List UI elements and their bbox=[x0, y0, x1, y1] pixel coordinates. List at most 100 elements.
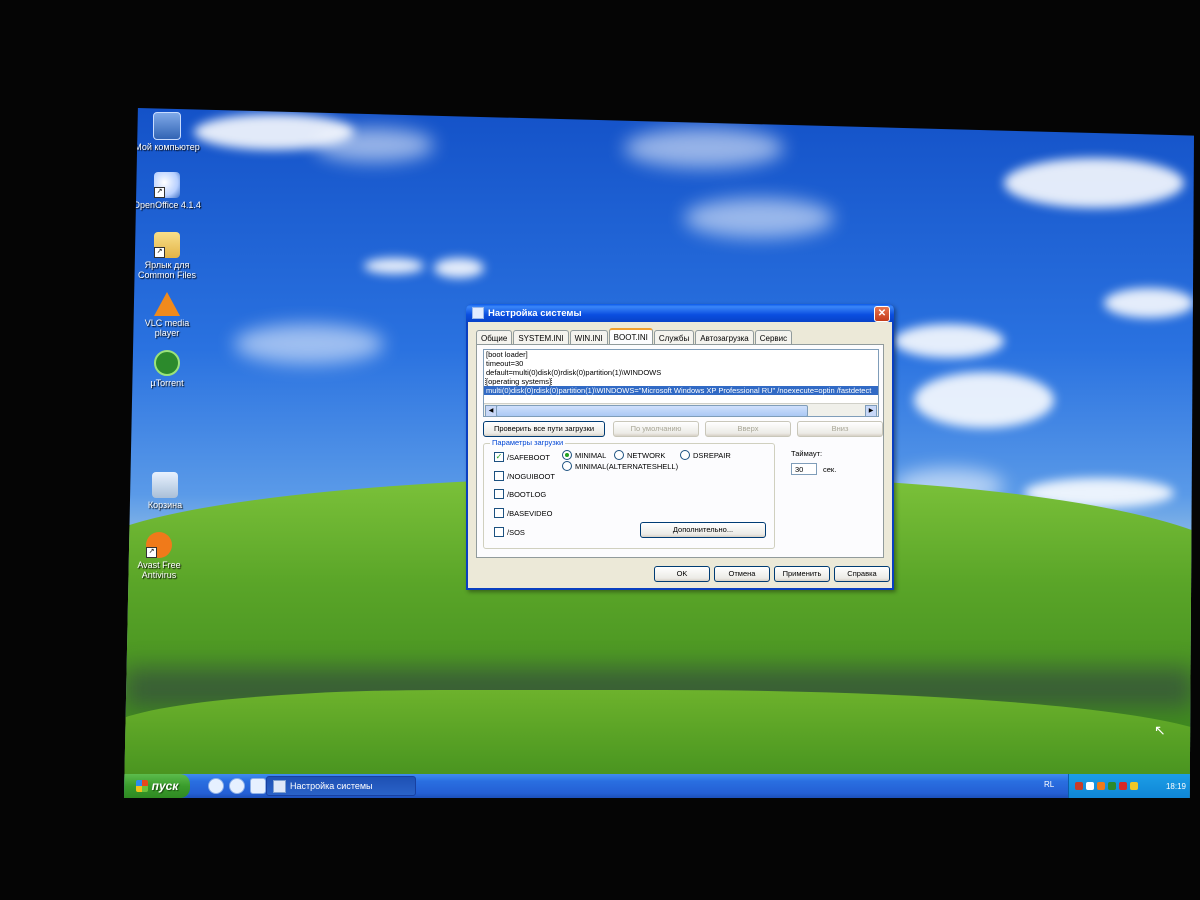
move-up-button[interactable]: Вверх bbox=[705, 421, 791, 437]
close-icon: ✕ bbox=[877, 308, 887, 319]
boot-ini-line[interactable]: [boot loader] bbox=[484, 350, 878, 359]
boot-ini-line[interactable]: timeout=30 bbox=[484, 359, 878, 368]
dialog-title: Настройка системы bbox=[488, 307, 582, 319]
checkbox-label: /BASEVIDEO bbox=[507, 508, 553, 518]
windows-logo-icon bbox=[135, 780, 148, 792]
utorrent-tray-icon[interactable] bbox=[1108, 782, 1116, 790]
taskbar-button-label: Настройка системы bbox=[290, 781, 373, 791]
desktop-icon-utorrent[interactable]: µTorrent bbox=[132, 350, 202, 388]
scroll-right-icon[interactable]: ▶ bbox=[865, 405, 877, 417]
close-button[interactable]: ✕ bbox=[874, 306, 890, 322]
cloud bbox=[894, 324, 1004, 358]
default-button[interactable]: По умолчанию bbox=[613, 421, 699, 437]
radio-label: MINIMAL(ALTERNATESHELL) bbox=[575, 461, 679, 471]
boot-ini-line[interactable]: [operating systems] bbox=[484, 377, 878, 386]
security-alert-icon[interactable] bbox=[1119, 782, 1127, 790]
clock[interactable]: 18:19 bbox=[1166, 782, 1186, 791]
checkbox-label: /BOOTLOG bbox=[507, 489, 547, 499]
dialog-titlebar[interactable]: Настройка системы bbox=[466, 304, 894, 322]
cloud bbox=[234, 324, 384, 364]
apply-button[interactable]: Применить bbox=[774, 566, 830, 582]
checkbox-checked-icon: ✓ bbox=[494, 452, 504, 462]
checkbox-box bbox=[494, 489, 504, 499]
boot-ini-listbox[interactable]: [boot loader] timeout=30 default=multi(0… bbox=[483, 349, 879, 417]
checkbox-box bbox=[494, 508, 504, 518]
safeboot-checkbox[interactable]: ✓ /SAFEBOOT bbox=[494, 452, 550, 462]
move-down-button[interactable]: Вниз bbox=[797, 421, 883, 437]
desktop-icon-label: µTorrent bbox=[150, 378, 184, 388]
minimal-radio[interactable]: MINIMAL bbox=[562, 450, 606, 460]
taskbar-button-system-config[interactable]: Настройка системы bbox=[266, 776, 416, 796]
internet-explorer-icon[interactable] bbox=[229, 778, 245, 794]
utorrent-quicklaunch-icon[interactable] bbox=[208, 778, 224, 794]
volume-icon[interactable] bbox=[1086, 782, 1094, 790]
radio-label: MINIMAL bbox=[575, 450, 607, 460]
noguiboot-checkbox[interactable]: /NOGUIBOOT bbox=[494, 471, 555, 481]
start-button[interactable]: пуск bbox=[124, 774, 190, 798]
cancel-button[interactable]: Отмена bbox=[714, 566, 770, 582]
desktop-icon-label: VLC media player bbox=[144, 318, 190, 338]
desktop-icon-recycle-bin[interactable]: Корзина bbox=[130, 472, 200, 510]
radio-selected-icon bbox=[562, 450, 572, 460]
desktop-icon-label: Мой компьютер bbox=[134, 142, 200, 152]
checkbox-box bbox=[494, 527, 504, 537]
system-config-dialog: Настройка системы ✕ Общие SYSTEM.INI WIN… bbox=[466, 304, 894, 590]
ok-button[interactable]: OK bbox=[654, 566, 710, 582]
shortcut-arrow-icon: ↗ bbox=[146, 547, 157, 558]
radio-icon bbox=[562, 461, 572, 471]
start-label: пуск bbox=[151, 779, 179, 793]
minimal-alternateshell-radio[interactable]: MINIMAL(ALTERNATESHELL) bbox=[562, 461, 678, 471]
boot-ini-line-text: [operating systems] bbox=[484, 377, 553, 386]
notification-icon[interactable] bbox=[1130, 782, 1138, 790]
vlc-icon bbox=[154, 292, 180, 316]
checkbox-label: /NOGUIBOOT bbox=[507, 471, 555, 481]
network-icon[interactable] bbox=[1075, 782, 1083, 790]
cloud bbox=[1104, 288, 1194, 318]
show-desktop-icon[interactable] bbox=[250, 778, 266, 794]
desktop-icon-avast[interactable]: ↗ Avast Free Antivirus bbox=[124, 532, 194, 580]
desktop-icon-vlc[interactable]: VLC media player bbox=[132, 292, 202, 338]
basevideo-checkbox[interactable]: /BASEVIDEO bbox=[494, 508, 552, 518]
boot-ini-line-selected[interactable]: multi(0)disk(0)rdisk(0)partition(1)\WIND… bbox=[484, 386, 878, 395]
boot-options-group: Параметры загрузки ✓ /SAFEBOOT /NOGUIBOO… bbox=[483, 438, 775, 549]
sos-checkbox[interactable]: /SOS bbox=[494, 527, 525, 537]
avast-icon: ↗ bbox=[146, 532, 172, 558]
horizontal-scrollbar[interactable]: ◀ ▶ bbox=[484, 403, 878, 417]
desktop-icon-label: Ярлык для Common Files bbox=[137, 260, 196, 280]
desktop-icon-common-files[interactable]: ↗ Ярлык для Common Files bbox=[132, 232, 202, 280]
timeout-label: Таймаут: bbox=[791, 449, 823, 458]
quick-launch bbox=[208, 778, 266, 794]
cloud bbox=[914, 372, 1054, 428]
cloud bbox=[364, 258, 424, 274]
checkbox-box bbox=[494, 471, 504, 481]
scrollbar-thumb[interactable] bbox=[496, 405, 808, 417]
system-tray: 18:19 bbox=[1068, 774, 1194, 798]
computer-icon bbox=[153, 112, 181, 140]
desktop: ↖ Мой компьютер ↗ OpenOffice 4.1.4 ↗ Ярл… bbox=[124, 108, 1194, 798]
radio-icon bbox=[614, 450, 624, 460]
radio-icon bbox=[680, 450, 690, 460]
folder-icon: ↗ bbox=[154, 232, 180, 258]
network-radio[interactable]: NETWORK bbox=[614, 450, 665, 460]
taskbar: пуск Настройка системы RL 18:19 bbox=[124, 774, 1194, 798]
recycle-bin-icon bbox=[152, 472, 178, 498]
desktop-icon-label: Avast Free Antivirus bbox=[137, 560, 181, 580]
openoffice-icon: ↗ bbox=[154, 172, 180, 198]
mouse-cursor: ↖ bbox=[1154, 722, 1166, 738]
advanced-button[interactable]: Дополнительно... bbox=[640, 522, 766, 538]
avast-tray-icon[interactable] bbox=[1097, 782, 1105, 790]
help-button[interactable]: Справка bbox=[834, 566, 890, 582]
boot-ini-line[interactable]: default=multi(0)disk(0)rdisk(0)partition… bbox=[484, 368, 878, 377]
boot-ini-panel: [boot loader] timeout=30 default=multi(0… bbox=[476, 344, 884, 558]
bootlog-checkbox[interactable]: /BOOTLOG bbox=[494, 489, 546, 499]
radio-label: NETWORK bbox=[627, 450, 666, 460]
msconfig-icon bbox=[472, 307, 484, 319]
timeout-input[interactable]: 30 bbox=[791, 463, 817, 475]
desktop-icon-label: Корзина bbox=[147, 500, 183, 510]
dsrepair-radio[interactable]: DSREPAIR bbox=[680, 450, 731, 460]
language-indicator[interactable]: RL bbox=[1044, 780, 1054, 789]
desktop-icon-my-computer[interactable]: Мой компьютер bbox=[132, 112, 202, 152]
cloud bbox=[434, 258, 484, 278]
check-boot-paths-button[interactable]: Проверить все пути загрузки bbox=[483, 421, 605, 437]
desktop-icon-openoffice[interactable]: ↗ OpenOffice 4.1.4 bbox=[132, 172, 202, 210]
